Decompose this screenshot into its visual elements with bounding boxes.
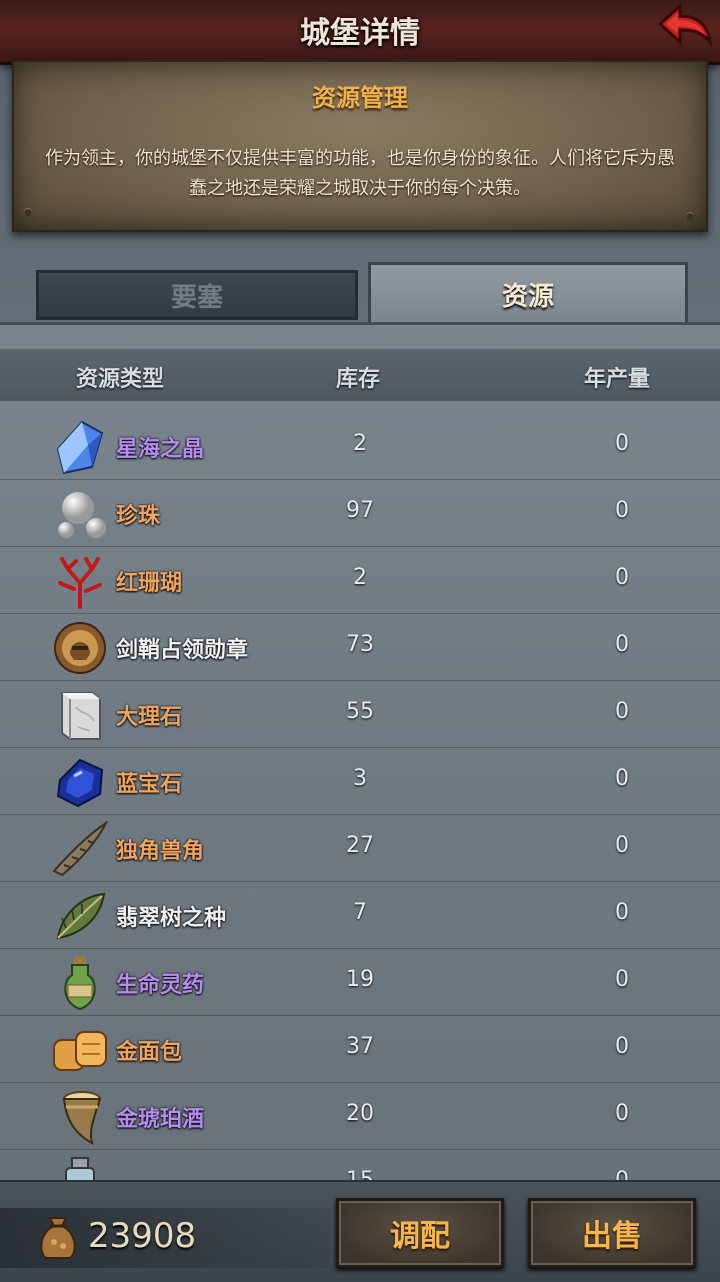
resource-name: 大理石: [116, 705, 183, 730]
resource-name: 金面包: [116, 1040, 183, 1065]
info-panel: 资源管理 作为领主，你的城堡不仅提供丰富的功能，也是你身份的象征。人们将它斥为愚…: [12, 60, 708, 232]
resource-annual: 0: [615, 833, 629, 858]
resource-name: 剑鞘占领勋章: [116, 638, 249, 663]
resource-name: 蓝宝石: [116, 772, 183, 797]
table-row[interactable]: 剑鞘占领勋章 73 0: [0, 614, 720, 681]
resource-stock: 73: [346, 632, 374, 657]
resource-annual: 0: [615, 967, 629, 992]
resource-name: 生命灵药: [116, 973, 205, 998]
resource-name: 红珊瑚: [116, 571, 183, 596]
table-header: 资源类型 库存 年产量: [0, 349, 720, 401]
sapphire-icon: [56, 758, 104, 808]
table-row[interactable]: 金面包 37 0: [0, 1016, 720, 1083]
seed-icon: [56, 892, 106, 940]
resource-stock: 19: [346, 967, 374, 992]
table-row[interactable]: 15 0: [0, 1150, 720, 1183]
column-stock-header: 库存: [336, 367, 381, 392]
resource-stock: 20: [346, 1101, 374, 1126]
allocate-button[interactable]: 调配: [336, 1198, 504, 1268]
resource-table[interactable]: 资源类型 库存 年产量 星海之晶 2 0 珍珠 97 0 红珊瑚 2 0 剑鞘占…: [0, 322, 720, 1183]
resource-annual: 0: [615, 498, 629, 523]
column-type-header[interactable]: 资源类型: [76, 361, 164, 393]
rivet-icon: [24, 208, 32, 216]
tab-fortress[interactable]: 要塞: [36, 270, 358, 320]
table-row[interactable]: 蓝宝石 3 0: [0, 748, 720, 815]
vial-icon: [65, 1157, 95, 1183]
resource-stock: 27: [346, 833, 374, 858]
medal-icon: [54, 622, 106, 674]
resource-stock: 37: [346, 1034, 374, 1059]
resource-stock: 2: [353, 431, 367, 456]
column-annual-header: 年产量: [584, 367, 651, 392]
resource-annual: 0: [615, 699, 629, 724]
table-row[interactable]: 红珊瑚 2 0: [0, 547, 720, 614]
resource-annual: 0: [615, 1101, 629, 1126]
info-title: 资源管理: [312, 84, 408, 112]
resource-annual: 0: [615, 1034, 629, 1059]
marble-icon: [61, 692, 101, 740]
resource-annual: 0: [615, 766, 629, 791]
resource-name: 翡翠树之种: [116, 906, 227, 931]
horn-cup-icon: [62, 1091, 102, 1145]
page-title: 城堡详情: [300, 16, 420, 51]
resource-stock: 7: [353, 900, 367, 925]
resource-annual: 0: [615, 431, 629, 456]
rivet-icon: [686, 212, 694, 220]
resource-name: 星海之晶: [116, 437, 205, 462]
info-description: 作为领主，你的城堡不仅提供丰富的功能，也是你身份的象征。人们将它斥为愚蠢之地还是…: [45, 148, 675, 199]
pearl-icon: [58, 492, 106, 538]
sell-button[interactable]: 出售: [528, 1198, 696, 1268]
resource-stock: 3: [353, 766, 367, 791]
resource-stock: 97: [346, 498, 374, 523]
resource-annual: 0: [615, 900, 629, 925]
resource-name: 金琥珀酒: [116, 1107, 205, 1132]
top-bar: 城堡详情: [0, 0, 720, 65]
resource-name: 珍珠: [116, 504, 161, 529]
potion-icon: [64, 957, 96, 1011]
tab-bar: 要塞 资源: [28, 262, 692, 324]
crystal-icon: [56, 420, 104, 475]
resource-name: 独角兽角: [116, 839, 205, 864]
gold-amount: 23908: [88, 1216, 197, 1256]
table-row[interactable]: 金琥珀酒 20 0: [0, 1083, 720, 1150]
coral-icon: [58, 557, 102, 609]
tab-resources[interactable]: 资源: [368, 262, 688, 324]
resource-stock: 2: [353, 565, 367, 590]
table-row[interactable]: 独角兽角 27 0: [0, 815, 720, 882]
resource-annual: 0: [615, 565, 629, 590]
table-row[interactable]: 星海之晶 2 0: [0, 413, 720, 480]
resource-annual: 0: [615, 632, 629, 657]
table-row[interactable]: 生命灵药 19 0: [0, 949, 720, 1016]
bread-icon: [53, 1031, 107, 1071]
table-row[interactable]: 翡翠树之种 7 0: [0, 882, 720, 949]
gold-display: 23908: [0, 1208, 330, 1268]
unicorn-horn-icon: [52, 821, 108, 877]
table-row[interactable]: 珍珠 97 0: [0, 480, 720, 547]
back-arrow-icon[interactable]: [654, 2, 714, 58]
gold-sack-icon: [40, 1217, 76, 1259]
table-row[interactable]: 大理石 55 0: [0, 681, 720, 748]
bottom-bar: 23908 调配 出售: [0, 1180, 720, 1282]
resource-stock: 55: [346, 699, 374, 724]
